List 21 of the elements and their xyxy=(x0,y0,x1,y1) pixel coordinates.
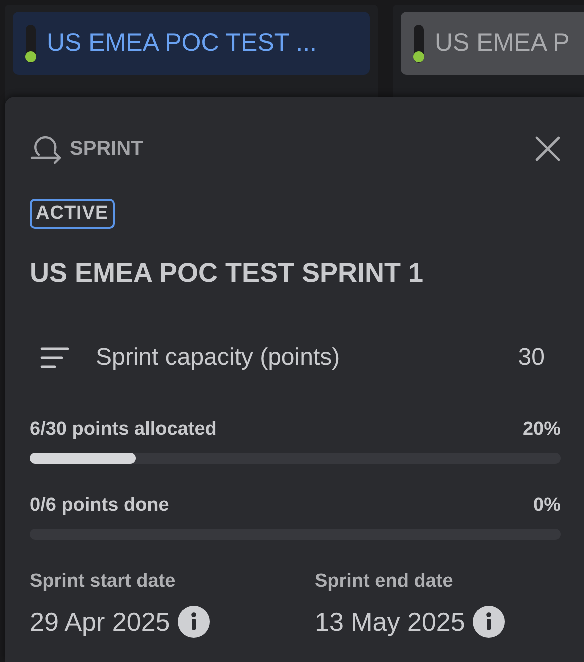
sprint-title: US EMEA POC TEST SPRINT 1 xyxy=(30,258,425,289)
info-icon[interactable] xyxy=(473,606,506,638)
status-indicator-icon xyxy=(413,24,425,62)
progress-percent: 20% xyxy=(522,419,561,441)
progress-percent: 0% xyxy=(534,495,561,517)
info-icon[interactable] xyxy=(178,606,210,638)
progress-label: 6/30 points allocated xyxy=(30,419,217,441)
date-value: 29 Apr 2025 xyxy=(30,606,170,638)
date-value: 13 May 2025 xyxy=(315,606,466,638)
sprint-tab[interactable]: US EMEA P xyxy=(401,12,584,75)
capacity-label: Sprint capacity (points) xyxy=(96,344,342,372)
close-icon[interactable] xyxy=(535,136,561,162)
date-label: Sprint end date xyxy=(315,571,454,593)
sprint-tab[interactable]: US EMEA POC TEST ... xyxy=(13,12,370,75)
capacity-value: 30 xyxy=(518,344,545,372)
progress-label: 0/6 points done xyxy=(30,495,170,517)
status-indicator-icon xyxy=(25,24,37,62)
panel-type-label: SPRINT xyxy=(70,138,144,160)
capacity-icon xyxy=(40,346,70,370)
status-badge: ACTIVE xyxy=(30,199,115,229)
date-label: Sprint start date xyxy=(30,571,177,593)
